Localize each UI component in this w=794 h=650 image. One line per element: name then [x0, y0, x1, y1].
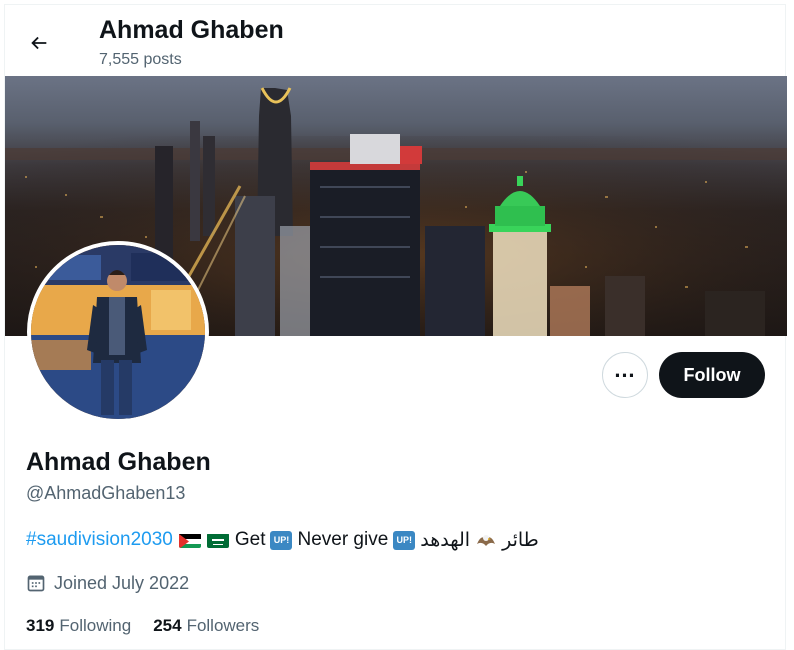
bio-text-never-give: Never give: [297, 529, 389, 550]
back-button[interactable]: [19, 23, 59, 63]
follow-stats: 319 Following 254 Followers: [26, 614, 281, 638]
bio-text-arabic-2: طائر: [502, 529, 539, 551]
profile-name: Ahmad Ghaben: [26, 448, 211, 476]
palestine-flag-icon: [178, 533, 201, 548]
avatar-photo: [31, 245, 205, 419]
profile-page: Ahmad Ghaben 7,555 posts … Follow Ahmad …: [4, 4, 787, 650]
followers-link[interactable]: 254 Followers: [153, 616, 259, 636]
calendar-icon: [27, 575, 45, 592]
profile-bio: #saudivision2030 Get UP! Never give UP! …: [26, 527, 539, 553]
joined-text: Joined July 2022: [54, 572, 190, 593]
saudi-flag-icon: [206, 533, 229, 548]
following-label: Following: [59, 616, 132, 635]
follow-button[interactable]: Follow: [659, 352, 765, 398]
joined-date: Joined July 2022: [26, 571, 189, 595]
bio-hashtag-link[interactable]: #saudivision2030: [26, 529, 173, 551]
profile-avatar[interactable]: [27, 241, 209, 423]
post-count: 7,555 posts: [99, 51, 182, 68]
more-options-button[interactable]: …: [602, 352, 648, 398]
bio-text-get: Get: [234, 529, 266, 550]
up-button-icon: UP!: [393, 530, 416, 550]
up-button-icon: UP!: [270, 530, 293, 550]
arrow-left-icon: [31, 36, 47, 50]
followers-count: 254: [153, 616, 182, 635]
header-title: Ahmad Ghaben: [99, 16, 284, 44]
following-link[interactable]: 319 Following: [26, 616, 131, 636]
profile-handle: @AhmadGhaben13: [26, 483, 186, 503]
profile-header: Ahmad Ghaben 7,555 posts: [5, 5, 787, 76]
more-icon: …: [613, 357, 637, 382]
bio-text-arabic-1: الهدهد: [420, 529, 471, 551]
followers-label: Followers: [186, 616, 260, 635]
eagle-icon: [475, 530, 497, 550]
following-count: 319: [26, 616, 55, 635]
